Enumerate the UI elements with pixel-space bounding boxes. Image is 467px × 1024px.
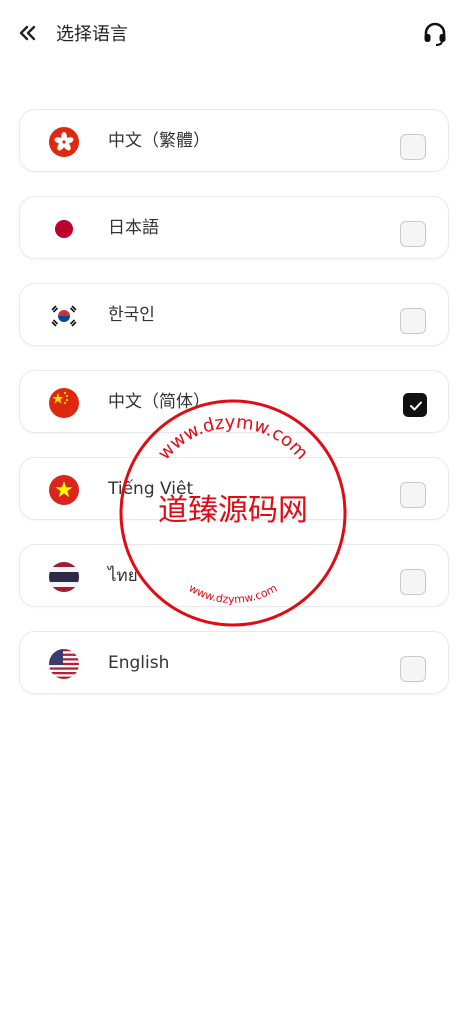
- language-checkbox[interactable]: [400, 656, 426, 682]
- language-checkbox[interactable]: [400, 134, 426, 160]
- language-label: 한국인: [108, 305, 155, 325]
- page-title: 选择语言: [56, 24, 128, 45]
- vietnam-flag-icon: [49, 475, 79, 505]
- customer-support-button[interactable]: [420, 22, 450, 50]
- headset-icon: [422, 21, 448, 52]
- language-option-zh-hant[interactable]: 中文（繁體）: [19, 109, 449, 172]
- language-option-zh-hans[interactable]: 中文（简体）: [19, 370, 449, 433]
- double-chevron-left-icon: [18, 25, 38, 46]
- language-label: Tiếng Việt: [108, 479, 194, 499]
- language-checkbox[interactable]: [400, 569, 426, 595]
- korea-flag-icon: [49, 301, 79, 331]
- language-checkbox[interactable]: [400, 482, 426, 508]
- language-option-en[interactable]: English: [19, 631, 449, 694]
- language-option-ja[interactable]: 日本語: [19, 196, 449, 259]
- thailand-flag-icon: [49, 562, 79, 592]
- usa-flag-icon: [49, 649, 79, 679]
- checkmark-icon: [410, 401, 422, 411]
- language-label: English: [108, 653, 170, 673]
- language-label: 日本語: [108, 218, 159, 238]
- header: 选择语言: [0, 0, 467, 70]
- language-checkbox[interactable]: [400, 308, 426, 334]
- language-option-vi[interactable]: Tiếng Việt: [19, 457, 449, 520]
- language-checkbox[interactable]: [400, 221, 426, 247]
- hong-kong-flag-icon: [49, 127, 79, 157]
- language-list: 中文（繁體） 日本語 한국인 中文（简体） Tiếng Việt ไทย Eng…: [19, 109, 449, 718]
- language-label: 中文（简体）: [108, 392, 210, 412]
- language-option-ko[interactable]: 한국인: [19, 283, 449, 346]
- china-flag-icon: [49, 388, 79, 418]
- language-label: 中文（繁體）: [108, 131, 210, 151]
- language-checkbox-checked[interactable]: [403, 393, 427, 417]
- japan-flag-icon: [49, 214, 79, 244]
- language-option-th[interactable]: ไทย: [19, 544, 449, 607]
- back-button[interactable]: [14, 22, 42, 48]
- language-label: ไทย: [108, 566, 138, 586]
